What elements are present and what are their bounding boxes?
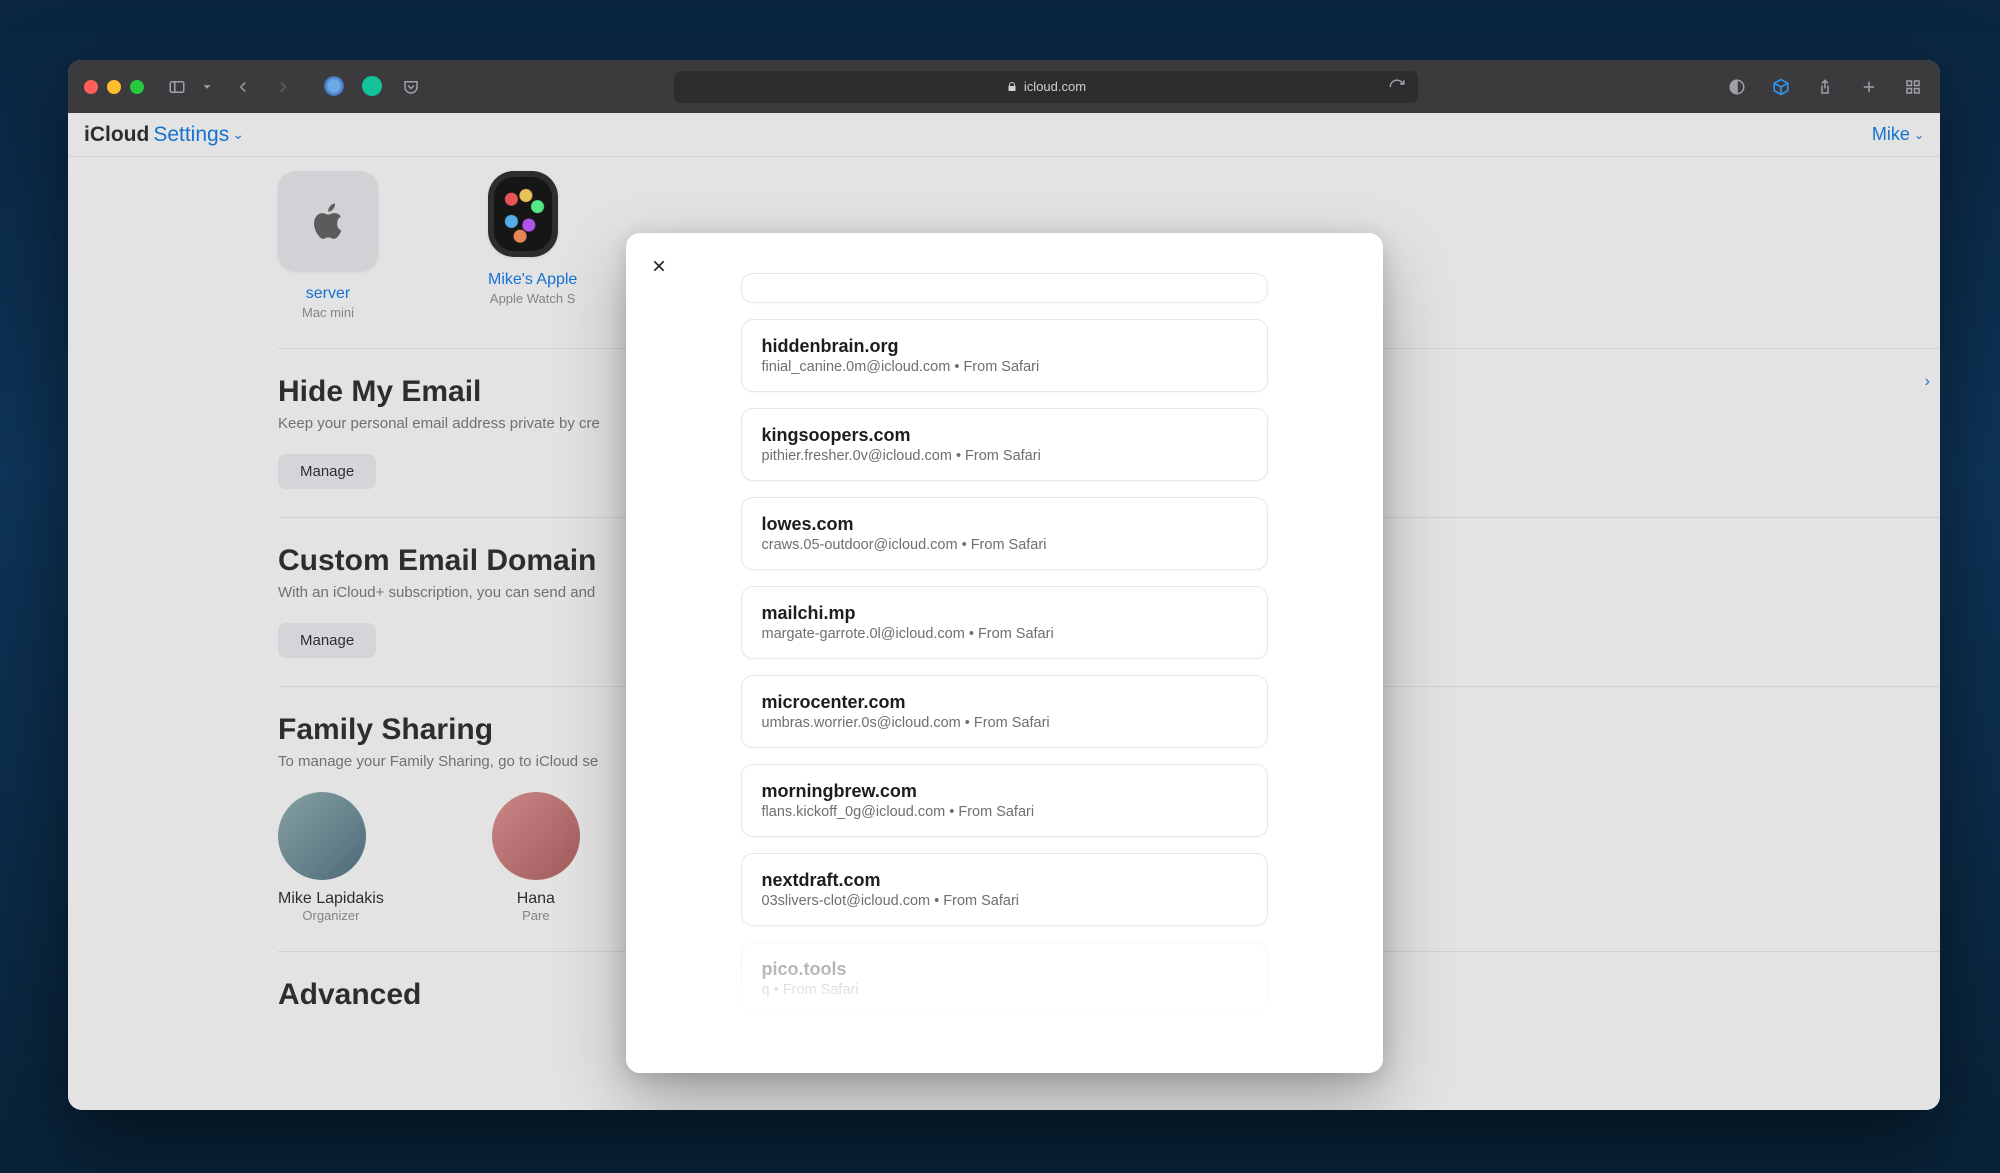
- sidebar-toggle-icon[interactable]: [166, 76, 188, 98]
- email-domain: microcenter.com: [762, 692, 1247, 713]
- email-domain: mailchi.mp: [762, 603, 1247, 624]
- zoom-window[interactable]: [130, 80, 144, 94]
- email-list[interactable]: hiddenbrain.org finial_canine.0m@icloud.c…: [626, 233, 1383, 1073]
- email-domain: nextdraft.com: [762, 870, 1247, 891]
- privacy-report-icon[interactable]: [1726, 76, 1748, 98]
- titlebar: icloud.com: [68, 60, 1940, 113]
- grammarly-extension-icon[interactable]: [362, 76, 382, 96]
- email-domain: pico.tools: [762, 959, 1247, 980]
- email-card[interactable]: nextdraft.com 03slivers-clot@icloud.com •…: [741, 853, 1268, 926]
- modal-wrap: hiddenbrain.org finial_canine.0m@icloud.c…: [68, 113, 1940, 1110]
- tab-group-chevron-icon[interactable]: [200, 76, 214, 98]
- url-text: icloud.com: [1024, 79, 1086, 94]
- extension-icon[interactable]: [324, 76, 344, 96]
- email-domain: hiddenbrain.org: [762, 336, 1247, 357]
- email-detail: pithier.fresher.0v@icloud.com • From Saf…: [762, 448, 1247, 464]
- email-detail: flans.kickoff_0g@icloud.com • From Safar…: [762, 804, 1247, 820]
- email-detail: margate-garrote.0l@icloud.com • From Saf…: [762, 626, 1247, 642]
- email-card[interactable]: hiddenbrain.org finial_canine.0m@icloud.c…: [741, 319, 1268, 392]
- extension-cube-icon[interactable]: [1770, 76, 1792, 98]
- email-detail: umbras.worrier.0s@icloud.com • From Safa…: [762, 715, 1247, 731]
- hide-my-email-modal: hiddenbrain.org finial_canine.0m@icloud.c…: [626, 233, 1383, 1073]
- email-detail: finial_canine.0m@icloud.com • From Safar…: [762, 359, 1247, 375]
- email-detail: 03slivers-clot@icloud.com • From Safari: [762, 893, 1247, 909]
- reload-icon[interactable]: [1386, 76, 1408, 98]
- new-tab-icon[interactable]: [1858, 76, 1880, 98]
- tabs-icon[interactable]: [1902, 76, 1924, 98]
- email-card[interactable]: lowes.com craws.05-outdoor@icloud.com • F…: [741, 497, 1268, 570]
- email-card[interactable]: pico.tools q • From Safari: [741, 942, 1268, 1015]
- email-card[interactable]: [741, 273, 1268, 303]
- email-card[interactable]: microcenter.com umbras.worrier.0s@icloud.…: [741, 675, 1268, 748]
- email-domain: lowes.com: [762, 514, 1247, 535]
- share-icon[interactable]: [1814, 76, 1836, 98]
- email-detail: q • From Safari: [762, 982, 1247, 998]
- address-bar[interactable]: icloud.com: [674, 71, 1418, 103]
- pocket-extension-icon[interactable]: [400, 76, 422, 98]
- email-detail: craws.05-outdoor@icloud.com • From Safar…: [762, 537, 1247, 553]
- email-domain: morningbrew.com: [762, 781, 1247, 802]
- email-domain: kingsoopers.com: [762, 425, 1247, 446]
- page-content: iCloud Settings ⌄ Mike ⌄ server Mac mini: [68, 113, 1940, 1110]
- email-card[interactable]: morningbrew.com flans.kickoff_0g@icloud.c…: [741, 764, 1268, 837]
- email-card[interactable]: mailchi.mp margate-garrote.0l@icloud.com …: [741, 586, 1268, 659]
- minimize-window[interactable]: [107, 80, 121, 94]
- email-card[interactable]: kingsoopers.com pithier.fresher.0v@icloud…: [741, 408, 1268, 481]
- close-window[interactable]: [84, 80, 98, 94]
- safari-window: icloud.com iCloud: [68, 60, 1940, 1110]
- back-button[interactable]: [232, 76, 254, 98]
- forward-button[interactable]: [272, 76, 294, 98]
- window-controls: [84, 80, 144, 94]
